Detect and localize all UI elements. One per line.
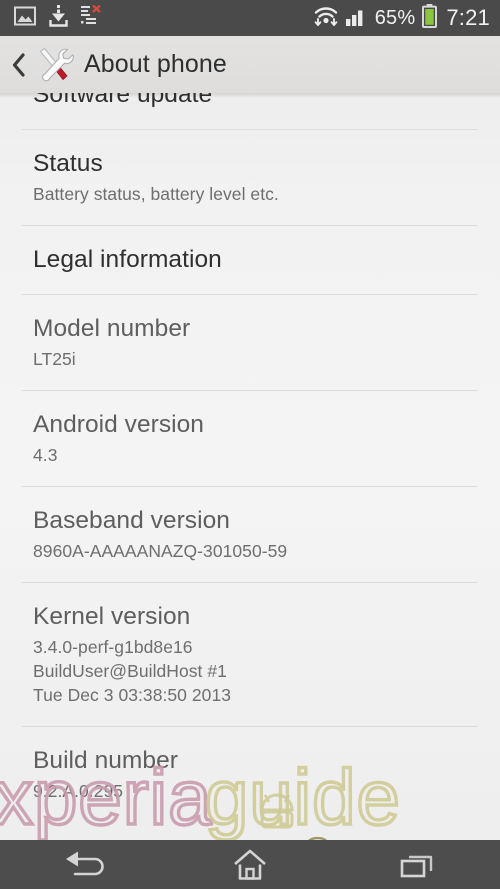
list-item-title: Model number — [33, 315, 191, 342]
list-item-subtitle-line: BuildUser@BuildHost #1 — [33, 661, 227, 681]
status-bar-system: 65% 7:21 — [313, 3, 490, 33]
home-nav-icon[interactable] — [167, 840, 334, 889]
list-item-title: Baseband version — [33, 507, 230, 534]
clock: 7:21 — [446, 5, 490, 30]
list-item-subtitle: 4.3 — [33, 443, 476, 467]
list-item-subtitle-line: Battery status, battery level etc. — [33, 184, 279, 204]
back-chevron-icon[interactable] — [8, 45, 30, 85]
status-bar-notifications — [14, 4, 313, 32]
status-bar: 65% 7:21 — [0, 0, 500, 36]
list-item-subtitle-line: 4.3 — [33, 445, 58, 465]
tools-icon — [32, 45, 76, 85]
cellular-signal-icon — [345, 6, 368, 31]
list-item-baseband-version: Baseband version 8960A-AAAAANAZQ-301050-5… — [0, 487, 500, 582]
list-item-model-number: Model number LT25i — [0, 295, 500, 390]
settings-list-content: Software update Status Battery status, bat… — [0, 93, 500, 822]
list-item-subtitle: 8960A-AAAAANAZQ-301050-59 — [33, 539, 476, 563]
recents-nav-icon[interactable] — [333, 840, 500, 889]
list-item-title: Software update — [33, 93, 213, 108]
list-item-subtitle-line: 3.4.0-perf-g1bd8e16 — [33, 637, 193, 657]
back-nav-icon[interactable] — [0, 840, 167, 889]
list-item-android-version: Android version 4.3 — [0, 391, 500, 486]
list-item-subtitle-line: 8960A-AAAAANAZQ-301050-59 — [33, 541, 288, 561]
battery-percent: 65% — [374, 7, 416, 29]
list-item-subtitle: 3.4.0-perf-g1bd8e16 BuildUser@BuildHost #… — [33, 635, 476, 707]
list-item-subtitle: 9.2.A.0.295 — [33, 779, 476, 803]
wifi-icon — [313, 5, 339, 32]
download-icon — [49, 4, 68, 32]
android-settings-screen: 65% 7:21 About phone Software update Sta… — [0, 0, 500, 889]
list-item-subtitle-line: 9.2.A.0.295 — [33, 781, 124, 801]
list-item-legal-information[interactable]: Legal information — [0, 226, 500, 294]
list-item-kernel-version: Kernel version 3.4.0-perf-g1bd8e16 BuildUs… — [0, 583, 500, 726]
list-item-title: Build number — [33, 747, 178, 774]
list-item-subtitle-line: Tue Dec 3 03:38:50 2013 — [33, 685, 232, 705]
navigation-bar — [0, 840, 500, 889]
action-bar: About phone — [0, 36, 500, 98]
list-item-subtitle: Battery status, battery level etc. — [33, 182, 476, 206]
list-item-title: Status — [33, 150, 103, 177]
list-item-subtitle: LT25i — [33, 347, 476, 371]
list-item-build-number: Build number 9.2.A.0.295 — [0, 727, 500, 822]
settings-list[interactable]: Software update Status Battery status, bat… — [0, 93, 500, 840]
list-error-icon — [81, 4, 102, 31]
list-item-status[interactable]: Status Battery status, battery level etc. — [0, 130, 500, 225]
list-item-software-update[interactable]: Software update — [0, 93, 500, 129]
list-item-title: Android version — [33, 411, 204, 438]
page-title: About phone — [84, 50, 227, 78]
battery-icon — [422, 3, 438, 33]
list-item-title: Kernel version — [33, 603, 191, 630]
list-item-title: Legal information — [33, 246, 222, 273]
list-item-subtitle-line: LT25i — [33, 349, 76, 369]
image-icon — [14, 6, 36, 31]
